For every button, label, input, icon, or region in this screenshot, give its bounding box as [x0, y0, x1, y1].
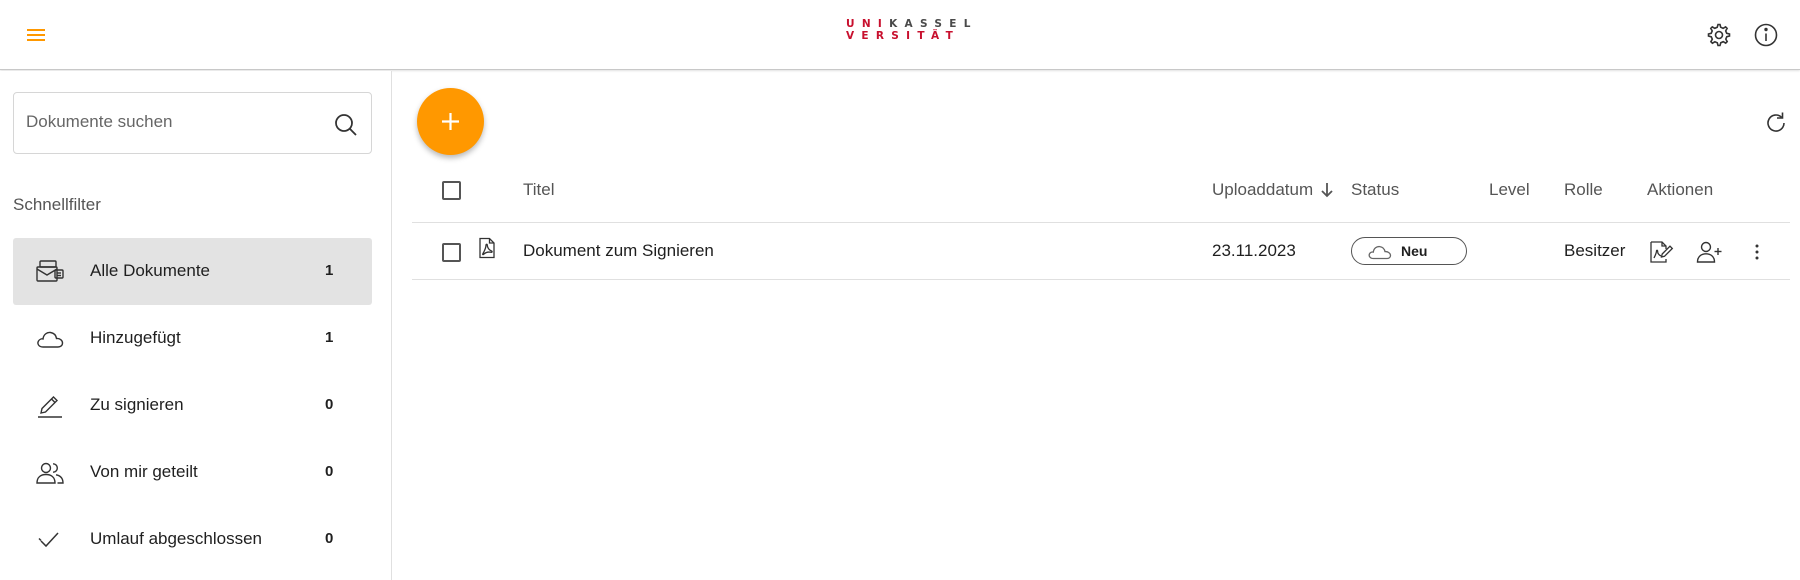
- column-header-level[interactable]: Level: [1489, 180, 1530, 200]
- upload-date: 23.11.2023: [1212, 241, 1296, 260]
- select-all-checkbox[interactable]: [442, 181, 461, 200]
- row-checkbox[interactable]: [442, 243, 461, 262]
- filter-item-added[interactable]: Hinzugefügt 1: [13, 305, 372, 372]
- info-icon[interactable]: [1748, 17, 1784, 53]
- quickfilter-heading: Schnellfilter: [13, 195, 101, 214]
- filter-count: 0: [325, 463, 334, 480]
- filter-count: 0: [325, 396, 334, 413]
- filter-item-all-documents[interactable]: Alle Dokumente 1: [13, 238, 372, 305]
- more-vertical-icon[interactable]: [1743, 238, 1771, 266]
- add-user-icon[interactable]: [1695, 238, 1723, 266]
- filter-label: Zu signieren: [90, 395, 184, 414]
- column-header-upload-date[interactable]: Uploaddatum: [1212, 180, 1313, 200]
- search-icon[interactable]: [332, 111, 360, 139]
- cloud-icon: [1367, 243, 1393, 260]
- add-document-button[interactable]: [417, 88, 484, 155]
- filter-item-shared-by-me[interactable]: Von mir geteilt 0: [13, 439, 372, 506]
- pen-icon: [35, 392, 65, 420]
- university-logo: UNIKASSEL VERSITÄT: [846, 18, 978, 42]
- plus-icon: [438, 109, 463, 134]
- pdf-file-icon: [477, 237, 497, 259]
- filter-label: Alle Dokumente: [90, 261, 211, 280]
- filter-label: Umlauf abgeschlossen: [90, 529, 262, 548]
- column-header-actions: Aktionen: [1647, 180, 1714, 199]
- table-row-divider: [412, 279, 1790, 280]
- filter-label: Hinzugefügt: [90, 328, 181, 347]
- column-header-status[interactable]: Status: [1351, 180, 1399, 200]
- arrow-down-icon[interactable]: [1319, 181, 1335, 204]
- top-app-bar: UNIKASSEL VERSITÄT: [0, 0, 1800, 70]
- filter-item-circulation-completed[interactable]: Umlauf abgeschlossen 0: [13, 506, 372, 573]
- hamburger-menu-icon[interactable]: [20, 19, 52, 51]
- cloud-icon: [35, 325, 65, 353]
- column-header-title[interactable]: Titel: [523, 180, 555, 200]
- gear-icon[interactable]: [1701, 17, 1737, 53]
- filter-label: Von mir geteilt: [90, 462, 198, 481]
- people-icon: [35, 459, 65, 487]
- sidebar: Schnellfilter Alle Dokumente 1 Hinzugefü…: [0, 71, 392, 580]
- documents-inbox-icon: [35, 258, 65, 286]
- double-check-icon: [35, 526, 65, 554]
- search-box: [13, 92, 372, 154]
- filter-item-to-sign[interactable]: Zu signieren 0: [13, 372, 372, 439]
- document-title[interactable]: Dokument zum Signieren: [523, 241, 714, 261]
- filter-count: 1: [325, 262, 334, 279]
- column-header-role[interactable]: Rolle: [1564, 180, 1603, 200]
- main-content: Titel Uploaddatum Status Level Rolle Akt…: [393, 71, 1800, 580]
- refresh-icon[interactable]: [1763, 110, 1789, 136]
- filter-count: 0: [325, 530, 334, 547]
- search-input[interactable]: [26, 107, 316, 137]
- status-badge: Neu: [1351, 237, 1467, 265]
- table-header-divider: [412, 222, 1790, 223]
- sign-document-icon[interactable]: [1647, 238, 1675, 266]
- filter-count: 1: [325, 329, 334, 346]
- status-label: Neu: [1401, 243, 1428, 259]
- document-role: Besitzer: [1564, 241, 1626, 260]
